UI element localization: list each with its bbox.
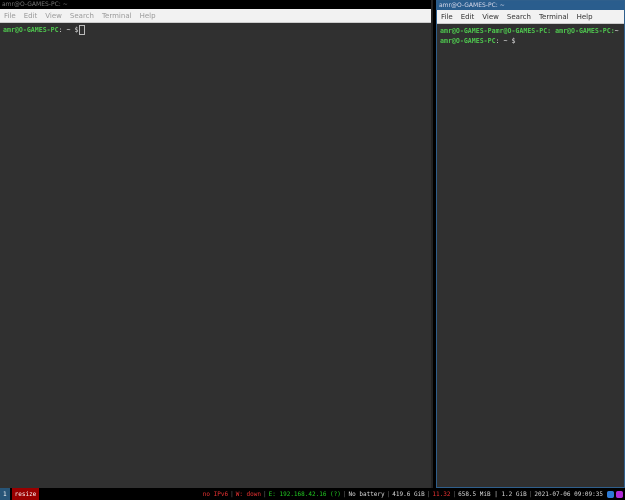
- menu-search[interactable]: Search: [503, 13, 535, 21]
- prompt-path: : ~: [58, 26, 71, 34]
- prompt-user: amr@O-GAMES-Pamr@O-GAMES-PC: amr@O-GAMES…: [440, 27, 615, 35]
- menu-edit[interactable]: Edit: [457, 13, 479, 21]
- prompt-user: amr@O-GAMES-PC: [440, 37, 496, 45]
- terminal-area[interactable]: amr@O-GAMES-Pamr@O-GAMES-PC: amr@O-GAMES…: [437, 24, 624, 48]
- datetime: 2021-07-06 09:09:35: [534, 490, 603, 498]
- window-title: amr@O-GAMES-PC: ~: [437, 1, 624, 10]
- menu-edit[interactable]: Edit: [20, 12, 42, 20]
- prompt-path: ~: [614, 27, 619, 35]
- menu-view[interactable]: View: [478, 13, 503, 21]
- terminal-window-left[interactable]: amr@O-GAMES-PC: ~ File Edit View Search …: [0, 0, 433, 488]
- system-tray: [607, 490, 623, 498]
- cursor: [79, 25, 86, 35]
- terminal-area[interactable]: amr@O-GAMES-PC: ~ $: [0, 23, 431, 37]
- prompt-path: : ~: [495, 37, 508, 45]
- load-average: 11.32: [432, 490, 451, 498]
- wifi-status: W: down: [235, 490, 262, 498]
- i3-status-bar: 1 resize no IPv6 | W: down | E: 192.168.42…: [0, 488, 625, 500]
- terminal-window-right[interactable]: amr@O-GAMES-PC: ~ File Edit View Search …: [436, 0, 625, 488]
- ipv6-status: no IPv6: [202, 490, 229, 498]
- memory-usage: 658.5 MiB | 1.2 GiB: [458, 490, 527, 498]
- menu-file[interactable]: File: [437, 13, 457, 21]
- menu-bar: File Edit View Search Terminal Help: [0, 9, 431, 23]
- prompt-user: amr@O-GAMES-PC: [3, 26, 59, 34]
- menu-bar: File Edit View Search Terminal Help: [437, 10, 624, 24]
- menu-view[interactable]: View: [41, 12, 66, 20]
- prompt-symbol: $: [74, 26, 79, 34]
- menu-search[interactable]: Search: [66, 12, 98, 20]
- disk-usage: 419.6 GiB: [392, 490, 425, 498]
- workspace-button[interactable]: 1: [0, 488, 10, 500]
- prompt-line: amr@O-GAMES-Pamr@O-GAMES-PC: amr@O-GAMES…: [440, 26, 621, 36]
- menu-file[interactable]: File: [0, 12, 20, 20]
- tray-app-icon[interactable]: [616, 490, 623, 498]
- tray-app-icon[interactable]: [607, 490, 614, 498]
- menu-terminal[interactable]: Terminal: [535, 13, 573, 21]
- ethernet-status: E: 192.168.42.16 (?): [268, 490, 341, 498]
- prompt-line: amr@O-GAMES-PC: ~ $: [3, 25, 428, 35]
- battery-status: No battery: [348, 490, 385, 498]
- prompt-line: amr@O-GAMES-PC: ~ $: [440, 36, 621, 46]
- window-title: amr@O-GAMES-PC: ~: [0, 0, 431, 9]
- prompt-symbol: $: [511, 37, 516, 45]
- menu-help[interactable]: Help: [573, 13, 597, 21]
- menu-help[interactable]: Help: [136, 12, 160, 20]
- mode-indicator: resize: [11, 488, 40, 500]
- menu-terminal[interactable]: Terminal: [98, 12, 136, 20]
